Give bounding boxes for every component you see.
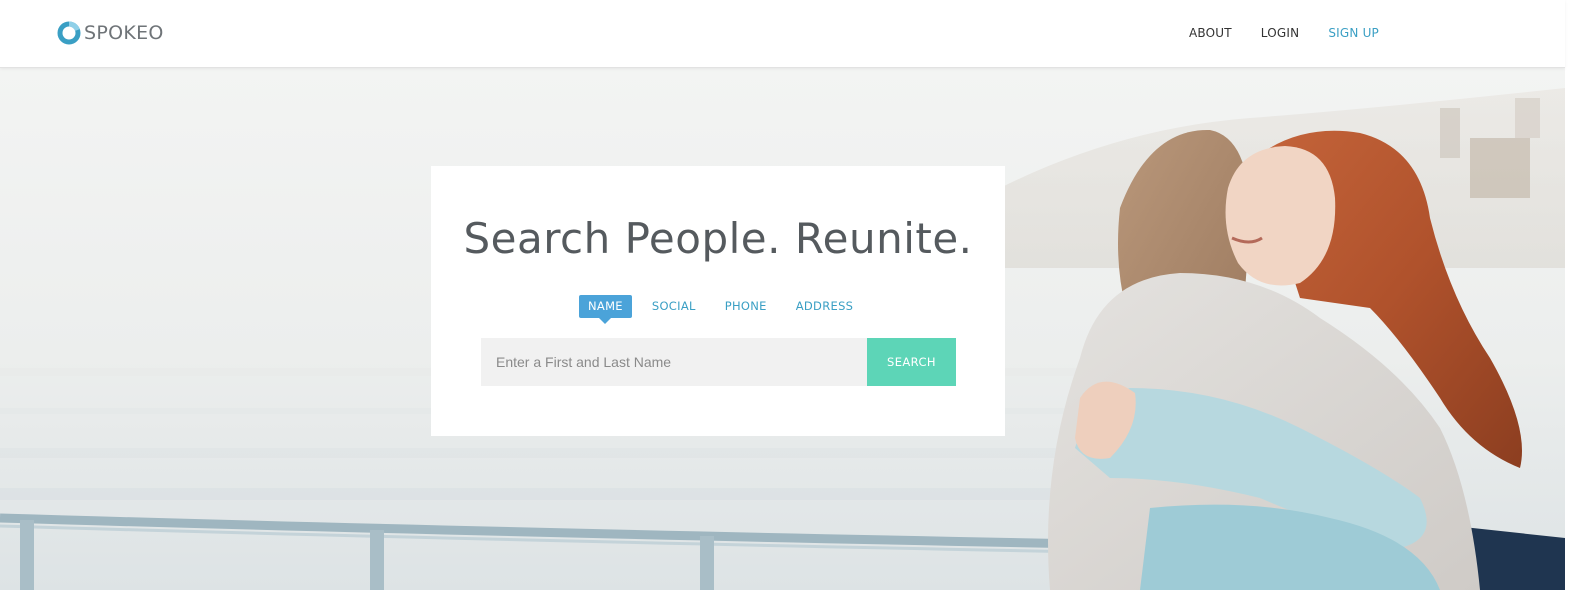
tab-social[interactable]: SOCIAL bbox=[643, 295, 705, 318]
tab-address[interactable]: ADDRESS bbox=[787, 295, 863, 318]
hero-headline: Search People. Reunite. bbox=[463, 214, 973, 263]
nav-about-link[interactable]: ABOUT bbox=[1189, 24, 1232, 42]
logo-link[interactable]: SPOKEO bbox=[57, 20, 164, 46]
right-edge-strip bbox=[1565, 0, 1590, 590]
search-panel: Search People. Reunite. NAME SOCIAL PHON… bbox=[431, 166, 1005, 436]
spokeo-logo-icon bbox=[57, 21, 81, 45]
tab-name[interactable]: NAME bbox=[579, 295, 632, 324]
tab-phone[interactable]: PHONE bbox=[716, 295, 776, 318]
hero-section: Search People. Reunite. NAME SOCIAL PHON… bbox=[0, 68, 1565, 590]
site-header: SPOKEO ABOUT LOGIN SIGN UP bbox=[0, 0, 1565, 68]
nav-login-link[interactable]: LOGIN bbox=[1261, 24, 1300, 42]
search-type-tabs: NAME SOCIAL PHONE ADDRESS bbox=[579, 295, 873, 324]
name-search-input[interactable] bbox=[481, 338, 867, 386]
search-form: SEARCH bbox=[481, 338, 956, 386]
brand-name: SPOKEO bbox=[84, 22, 164, 44]
search-button[interactable]: SEARCH bbox=[867, 338, 956, 386]
main-nav: ABOUT LOGIN SIGN UP bbox=[1160, 24, 1379, 42]
page: SPOKEO ABOUT LOGIN SIGN UP Search People… bbox=[0, 0, 1590, 590]
nav-signup-link[interactable]: SIGN UP bbox=[1328, 24, 1379, 42]
